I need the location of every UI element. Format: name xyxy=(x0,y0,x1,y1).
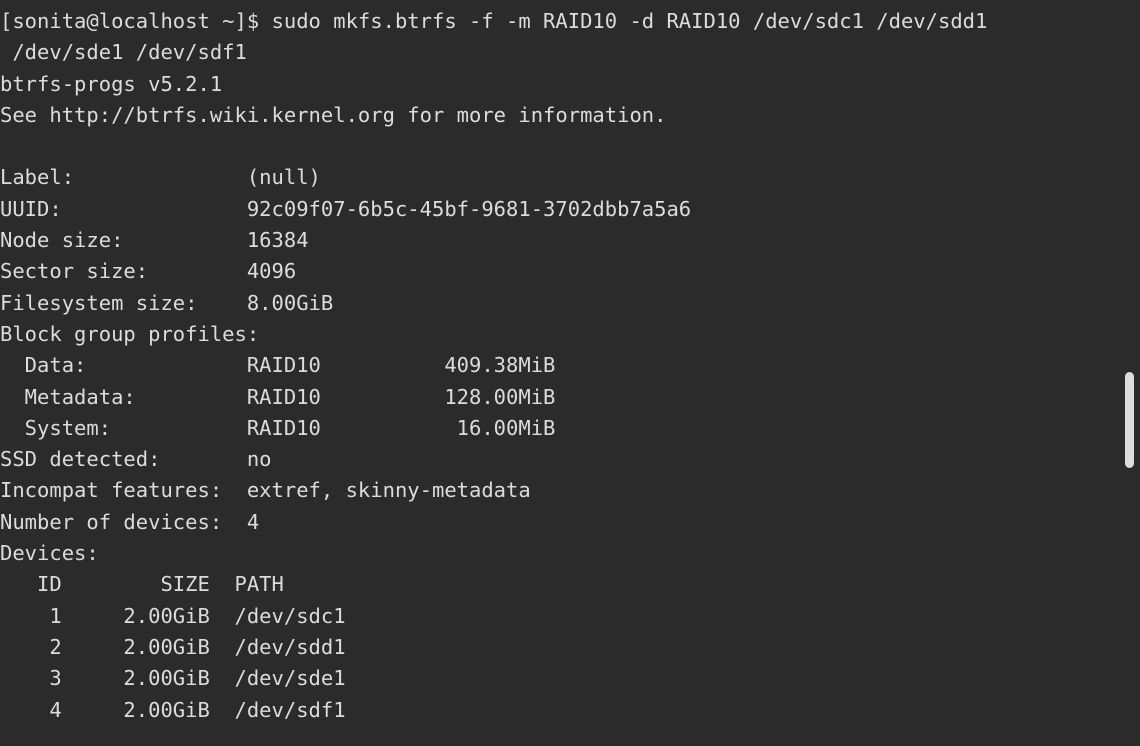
terminal-line: Filesystem size: 8.00GiB xyxy=(0,290,334,315)
terminal-line: SSD detected: no xyxy=(0,447,272,472)
terminal-line: UUID: 92c09f07-6b5c-45bf-9681-3702dbb7a5… xyxy=(0,196,692,221)
terminal-line: /dev/sde1 /dev/sdf1 xyxy=(0,40,247,65)
terminal-line: 4 2.00GiB /dev/sdf1 xyxy=(0,697,346,722)
terminal-line: See http://btrfs.wiki.kernel.org for mor… xyxy=(0,102,667,127)
terminal-window[interactable]: [sonita@localhost ~]$ sudo mkfs.btrfs -f… xyxy=(0,0,1140,746)
terminal-line: System: RAID10 16.00MiB xyxy=(0,415,556,440)
terminal-line: 3 2.00GiB /dev/sde1 xyxy=(0,666,346,691)
terminal-line: Metadata: RAID10 128.00MiB xyxy=(0,384,556,409)
terminal-line: ID SIZE PATH xyxy=(0,572,284,597)
terminal-output: [sonita@localhost ~]$ sudo mkfs.btrfs -f… xyxy=(0,6,1116,726)
terminal-line: btrfs-progs v5.2.1 xyxy=(0,71,223,96)
terminal-line: Block group profiles: xyxy=(0,321,260,346)
terminal-line: Data: RAID10 409.38MiB xyxy=(0,353,556,378)
terminal-line: 1 2.00GiB /dev/sdc1 xyxy=(0,603,346,628)
terminal-line: Number of devices: 4 xyxy=(0,509,260,534)
terminal-line: Devices: xyxy=(0,541,99,566)
terminal-line: Node size: 16384 xyxy=(0,228,309,253)
terminal-line: Label: (null) xyxy=(0,165,321,190)
scrollbar-thumb[interactable] xyxy=(1125,372,1134,468)
terminal-line: [sonita@localhost ~]$ sudo mkfs.btrfs -f… xyxy=(0,9,988,33)
terminal-line: 2 2.00GiB /dev/sdd1 xyxy=(0,634,346,659)
terminal-line: Sector size: 4096 xyxy=(0,259,297,284)
terminal-line: Incompat features: extref, skinny-metada… xyxy=(0,478,531,503)
